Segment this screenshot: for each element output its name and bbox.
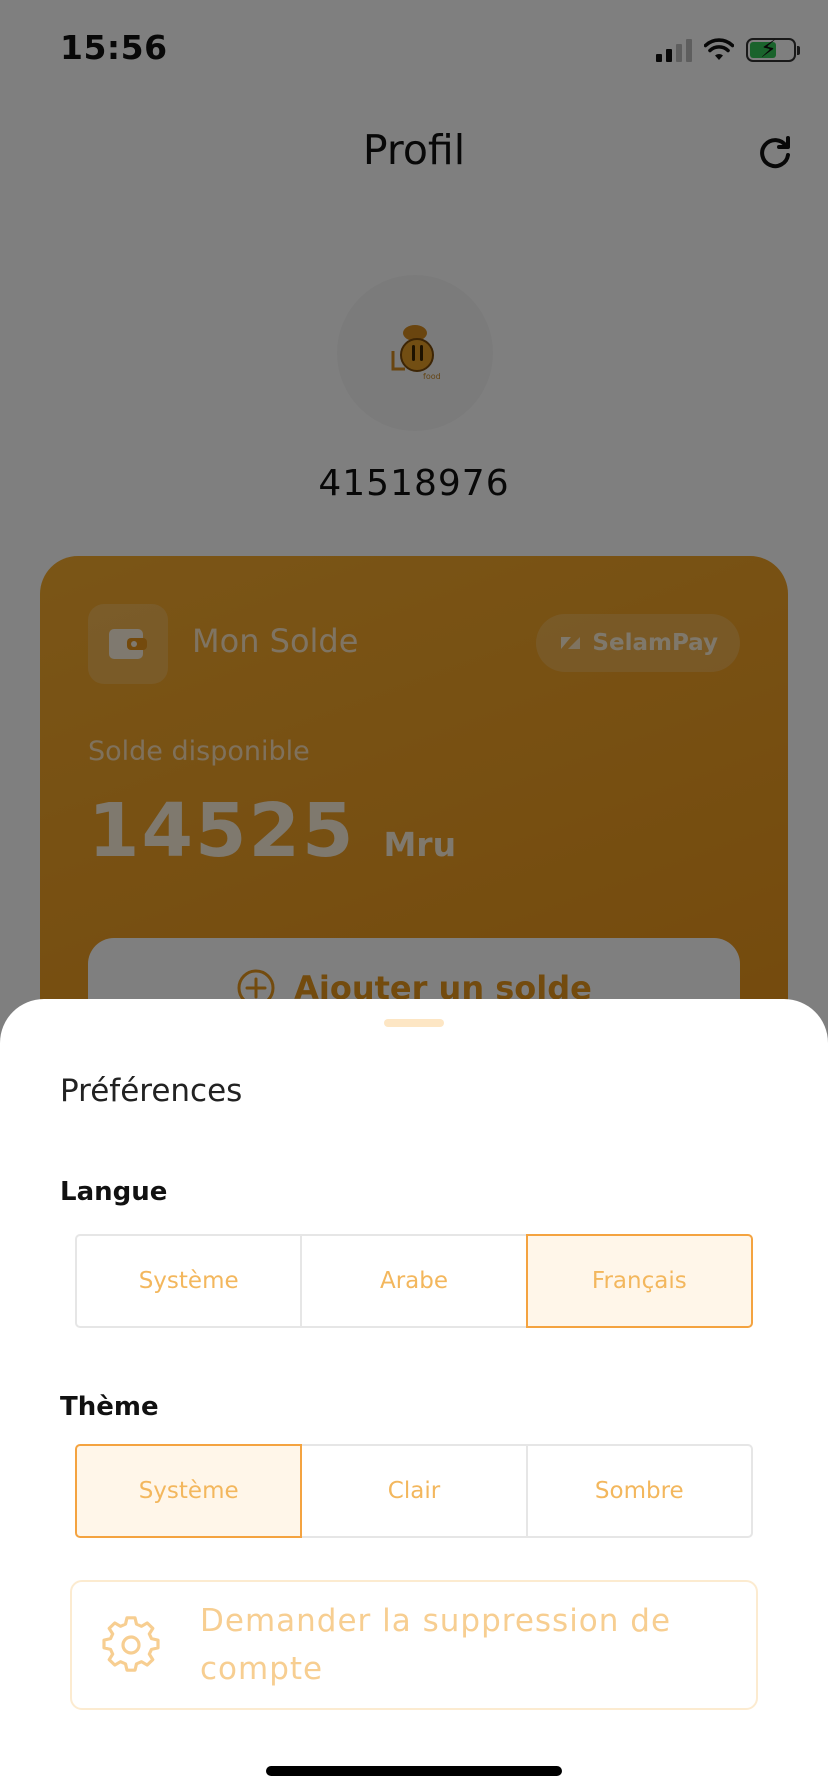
language-option-system[interactable]: Système [75,1234,303,1328]
delete-account-button[interactable]: Demander la suppression de compte [70,1580,758,1710]
theme-option-light[interactable]: Clair [300,1444,528,1538]
theme-option-dark[interactable]: Sombre [525,1444,753,1538]
language-option-french[interactable]: Français [525,1234,753,1328]
sheet-title: Préférences [60,1073,243,1109]
theme-label: Thème [60,1392,159,1422]
language-selector: Système Arabe Français [75,1234,753,1328]
home-indicator[interactable] [266,1766,562,1776]
language-option-arabic[interactable]: Arabe [300,1234,528,1328]
sheet-grabber[interactable] [384,1019,444,1027]
delete-account-label: Demander la suppression de compte [200,1603,672,1687]
gear-icon [102,1616,160,1672]
theme-option-system[interactable]: Système [75,1444,303,1538]
theme-selector: Système Clair Sombre [75,1444,753,1538]
preferences-sheet: Préférences Langue Système Arabe Françai… [0,999,828,1792]
language-label: Langue [60,1177,168,1207]
